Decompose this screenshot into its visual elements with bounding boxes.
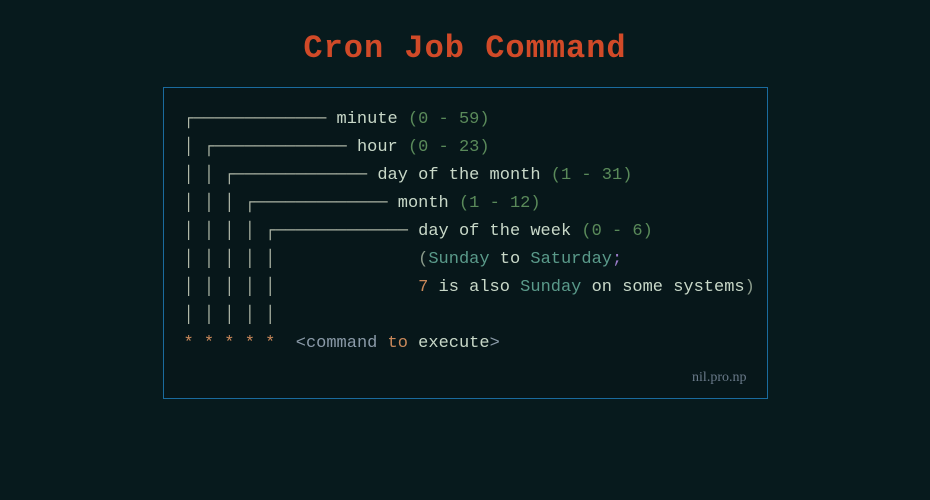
field-minute-range: (0 - 59) <box>408 110 490 129</box>
line-hour: │ ┌───────────── hour (0 - 23) <box>184 134 747 162</box>
cmd-command: command <box>306 334 377 353</box>
line-minute: ┌───────────── minute (0 - 59) <box>184 106 747 134</box>
dow-sunday: Sunday <box>428 250 489 269</box>
page-title: Cron Job Command <box>0 0 930 87</box>
line-dow-extra1: │ │ │ │ │ (Sunday to Saturday; <box>184 246 747 274</box>
field-dow-label: day of the week <box>418 222 571 241</box>
cmd-execute: execute <box>418 334 489 353</box>
dow-seven: 7 <box>418 278 428 297</box>
line-dow-extra2: │ │ │ │ │ 7 is also Sunday on some syste… <box>184 274 747 302</box>
field-dom-range: (1 - 31) <box>551 166 633 185</box>
credit-text: nil.pro.np <box>184 358 747 389</box>
dow-sunday2: Sunday <box>520 278 581 297</box>
line-dom: │ │ ┌───────────── day of the month (1 -… <box>184 162 747 190</box>
field-minute-label: minute <box>337 110 398 129</box>
field-dom-label: day of the month <box>377 166 540 185</box>
dow-saturday: Saturday <box>530 250 612 269</box>
line-expression: * * * * * <command to execute> <box>184 330 747 358</box>
field-hour-range: (0 - 23) <box>408 138 490 157</box>
field-hour-label: hour <box>357 138 398 157</box>
line-month: │ │ │ ┌───────────── month (1 - 12) <box>184 190 747 218</box>
line-dow: │ │ │ │ ┌───────────── day of the week (… <box>184 218 747 246</box>
field-month-label: month <box>398 194 449 213</box>
cron-diagram-box: ┌───────────── minute (0 - 59) │ ┌──────… <box>163 87 768 399</box>
field-month-range: (1 - 12) <box>459 194 541 213</box>
line-pipes: │ │ │ │ │ <box>184 302 747 330</box>
field-dow-range: (0 - 6) <box>581 222 652 241</box>
cron-stars: * * * * * <box>184 334 276 353</box>
